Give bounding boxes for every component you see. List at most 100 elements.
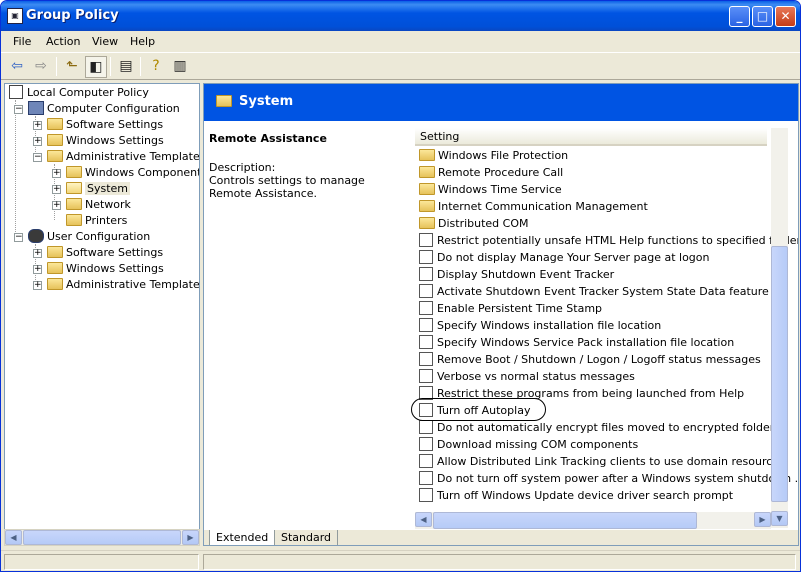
policy-setting-icon [419,267,433,281]
details-header: System [204,84,798,121]
policy-scroll-icon [9,85,23,99]
computer-icon [28,101,44,115]
tree-item-uc-administrative-templates[interactable]: Administrative Templates [47,277,199,293]
policy-setting-icon [419,301,433,315]
list-item-label: Turn off Windows Update device driver se… [437,489,734,502]
toolbar-separator [56,57,57,76]
minimize-button[interactable]: _ [729,6,750,27]
list-item-policy[interactable]: Display Shutdown Event Tracker [419,266,614,283]
annotation-ellipse [411,398,546,421]
forward-arrow-icon[interactable]: ⇨ [30,56,52,78]
close-button[interactable]: ✕ [775,6,796,27]
list-item-policy[interactable]: Do not display Manage Your Server page a… [419,249,710,266]
list-item-folder[interactable]: Windows File Protection [419,147,568,164]
list-item-policy[interactable]: Allow Distributed Link Tracking clients … [419,453,785,470]
folder-icon [47,246,63,258]
folder-icon [47,118,63,130]
folder-icon [47,150,63,162]
window-title: Group Policy [26,8,119,23]
up-folder-icon[interactable]: ⬑ [61,56,83,78]
list-item-policy[interactable]: Verbose vs normal status messages [419,368,635,385]
list-item-policy[interactable]: Enable Persistent Time Stamp [419,300,602,317]
tree-item-computer-configuration[interactable]: Computer Configuration [28,101,180,117]
maximize-button[interactable]: □ [752,6,773,27]
tree-item-windows-components[interactable]: Windows Components [66,165,199,181]
tree-item-printers[interactable]: Printers [66,213,127,229]
scroll-thumb[interactable] [23,530,181,545]
expand-toggle-icon[interactable]: + [33,265,42,274]
collapse-toggle-icon[interactable]: − [14,233,23,242]
menu-file[interactable]: File [13,35,31,48]
expand-toggle-icon[interactable]: + [33,281,42,290]
list-item-policy[interactable]: Restrict potentially unsafe HTML Help fu… [419,232,798,249]
folder-icon [66,198,82,210]
collapse-toggle-icon[interactable]: − [14,105,23,114]
view-tabs: Extended Standard [204,530,798,545]
user-icon [28,229,44,243]
menu-action[interactable]: Action [46,35,80,48]
tab-extended[interactable]: Extended [209,530,276,545]
scroll-left-icon[interactable]: ◀ [415,512,432,527]
scroll-right-icon[interactable]: ▶ [182,530,199,545]
menu-view[interactable]: View [92,35,118,48]
policy-setting-icon [419,352,433,366]
back-arrow-icon[interactable]: ⇦ [6,56,28,78]
expand-toggle-icon[interactable]: + [52,201,61,210]
toolbar-separator [110,57,111,76]
scroll-right-icon[interactable]: ▶ [754,512,771,527]
list-item-folder[interactable]: Windows Time Service [419,181,562,198]
tree-item-cc-administrative-templates[interactable]: Administrative Templates [47,149,199,165]
tree-item-uc-windows-settings[interactable]: Windows Settings [47,261,164,277]
tree-item-local-computer-policy[interactable]: Local Computer Policy [9,85,149,101]
folder-icon [419,217,435,229]
show-hide-tree-icon[interactable]: ◧ [85,56,107,78]
scroll-thumb[interactable] [771,246,788,502]
list-item-policy[interactable]: Specify Windows Service Pack installatio… [419,334,734,351]
title-bar[interactable]: ▣ Group Policy _ □ ✕ [1,1,800,31]
tree-horizontal-scrollbar[interactable]: ◀ ▶ [4,529,200,546]
list-vertical-scrollbar[interactable]: ▼ [771,128,788,528]
status-section [203,554,796,570]
expand-toggle-icon[interactable]: + [52,185,61,194]
list-item-policy[interactable]: Turn off Windows Update device driver se… [419,487,733,504]
scroll-left-icon[interactable]: ◀ [5,530,22,545]
tree-item-uc-software-settings[interactable]: Software Settings [47,245,163,261]
tree-item-system[interactable]: System [66,181,131,197]
expand-toggle-icon[interactable]: + [33,121,42,130]
tree-pane: Local Computer Policy − Computer Configu… [4,83,200,546]
column-header-setting[interactable]: Setting [415,128,767,146]
list-item-label: Display Shutdown Event Tracker [437,268,615,281]
menu-help[interactable]: Help [130,35,155,48]
list-item-policy[interactable]: Do not automatically encrypt files moved… [419,419,780,436]
menu-bar: File Action View Help [1,31,800,53]
folder-icon [66,166,82,178]
tab-standard[interactable]: Standard [274,530,339,545]
status-bar [1,550,800,571]
scroll-thumb[interactable] [433,512,697,529]
list-item-folder[interactable]: Internet Communication Management [419,198,648,215]
list-item-policy[interactable]: Do not turn off system power after a Win… [419,470,798,487]
expand-toggle-icon[interactable]: + [33,137,42,146]
details-pane: System Remote Assistance Description: Co… [203,83,799,546]
help-icon[interactable]: ? [145,56,167,78]
tree-item-cc-software-settings[interactable]: Software Settings [47,117,163,133]
tree-item-network[interactable]: Network [66,197,131,213]
scroll-down-icon[interactable]: ▼ [771,511,788,526]
properties-icon[interactable]: ▥ [169,56,191,78]
list-item-label: Do not display Manage Your Server page a… [437,251,710,264]
tree-item-cc-windows-settings[interactable]: Windows Settings [47,133,164,149]
collapse-toggle-icon[interactable]: − [33,153,42,162]
expand-toggle-icon[interactable]: + [33,249,42,258]
list-item-folder[interactable]: Remote Procedure Call [419,164,563,181]
status-section [4,554,199,570]
list-item-policy[interactable]: Specify Windows installation file locati… [419,317,661,334]
list-item-policy[interactable]: Activate Shutdown Event Tracker System S… [419,283,769,300]
export-list-icon[interactable]: ▤ [115,56,137,78]
list-item-label: Specify Windows Service Pack installatio… [437,336,735,349]
list-horizontal-scrollbar[interactable]: ◀ ▶ [415,512,771,529]
tree-item-user-configuration[interactable]: User Configuration [28,229,150,245]
expand-toggle-icon[interactable]: + [52,169,61,178]
list-item-policy[interactable]: Download missing COM components [419,436,638,453]
list-item-folder[interactable]: Distributed COM [419,215,529,232]
list-item-policy[interactable]: Remove Boot / Shutdown / Logon / Logoff … [419,351,761,368]
